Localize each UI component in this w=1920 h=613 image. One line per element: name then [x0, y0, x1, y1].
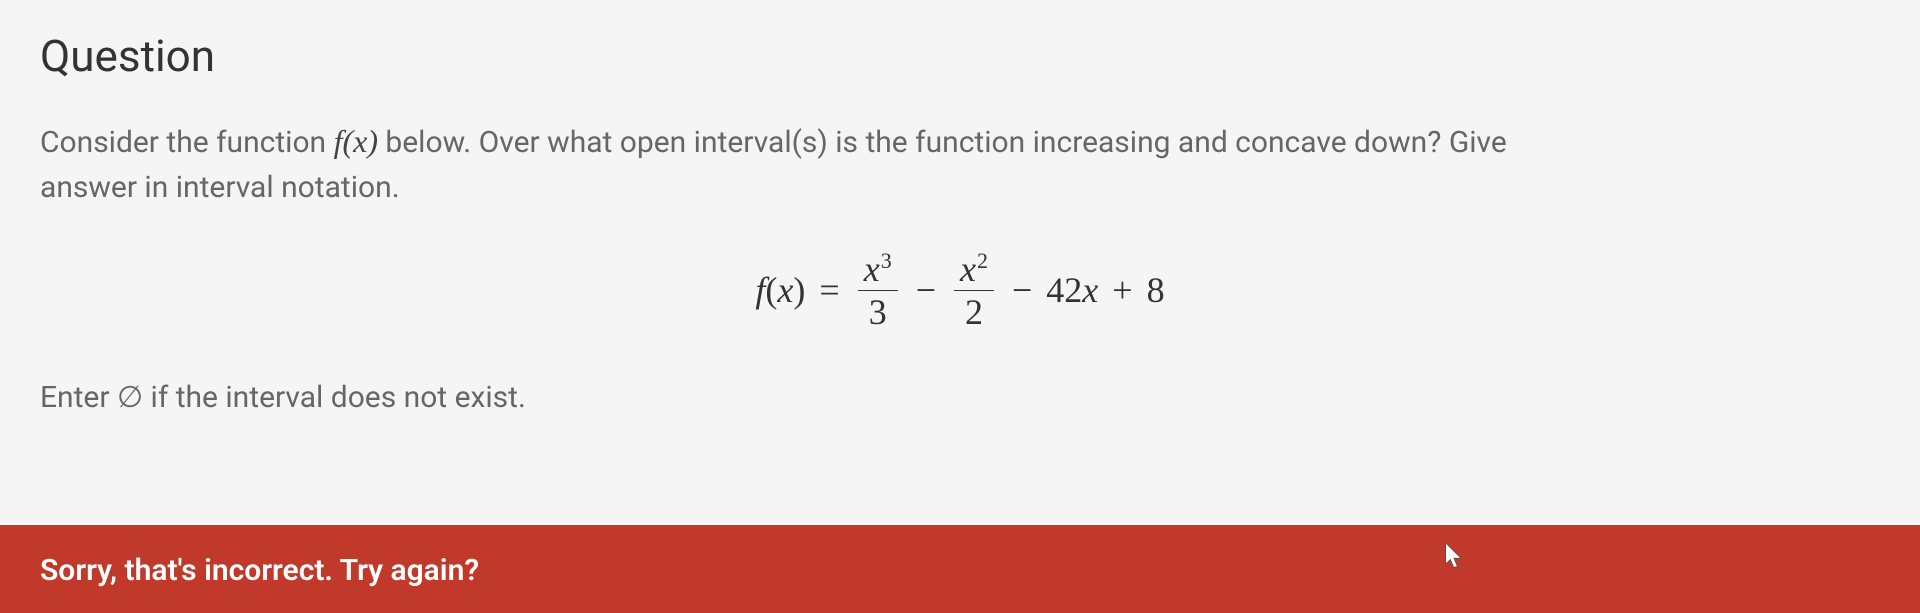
- error-message-text: Sorry, that's incorrect. Try again?: [40, 553, 479, 588]
- formula-lhs: f(x): [755, 269, 805, 311]
- equals-sign: =: [819, 269, 839, 311]
- prompt-text-1: Consider the function: [40, 125, 334, 160]
- frac1-base: x: [864, 249, 880, 289]
- frac2-exp: 2: [977, 248, 988, 273]
- question-content: Question Consider the function f(x) belo…: [0, 0, 1920, 525]
- plus-1: +: [1112, 269, 1132, 311]
- term3-var: x: [1082, 270, 1098, 310]
- frac2-den: 2: [959, 291, 989, 330]
- empty-set-symbol: ∅: [117, 381, 143, 414]
- prompt-text-3: answer in interval notation.: [40, 170, 400, 205]
- question-heading: Question: [40, 30, 1880, 82]
- question-prompt: Consider the function f(x) below. Over w…: [40, 117, 1880, 210]
- fraction-1: x3 3: [858, 250, 898, 330]
- minus-1: −: [916, 269, 936, 311]
- cursor-icon: [1445, 543, 1465, 571]
- instruction-text: Enter ∅ if the interval does not exist.: [40, 380, 1880, 415]
- formula-display: f(x) = x3 3 − x2 2 − 42x + 8: [40, 250, 1880, 330]
- term3-coef: 42: [1046, 270, 1082, 310]
- fraction-2: x2 2: [954, 250, 994, 330]
- instruction-part1: Enter: [40, 380, 117, 415]
- func-arg: x: [777, 270, 793, 310]
- minus-2: −: [1012, 269, 1032, 311]
- frac2-base: x: [960, 249, 976, 289]
- frac1-exp: 3: [881, 248, 892, 273]
- error-banner: Sorry, that's incorrect. Try again?: [0, 525, 1920, 613]
- prompt-text-2: below. Over what open interval(s) is the…: [378, 125, 1507, 160]
- inline-fx: f(x): [334, 123, 378, 159]
- frac1-den: 3: [863, 291, 893, 330]
- func-letter: f: [755, 270, 765, 310]
- constant-term: 8: [1147, 269, 1165, 311]
- linear-term: 42x: [1046, 269, 1098, 311]
- instruction-part2: if the interval does not exist.: [143, 380, 526, 415]
